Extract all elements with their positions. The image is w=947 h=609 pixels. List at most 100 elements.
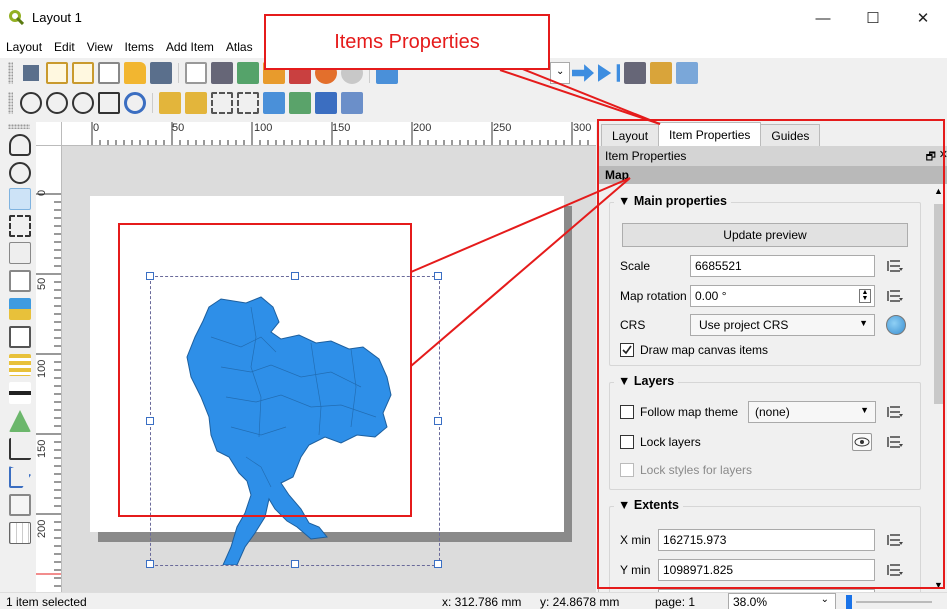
- data-defined-override-icon[interactable]: [886, 287, 906, 305]
- menu-layout[interactable]: Layout: [0, 40, 48, 54]
- resize-handle[interactable]: [146, 560, 154, 568]
- duplicate-layout-icon[interactable]: [72, 62, 94, 84]
- add-attribute-table-icon[interactable]: [9, 522, 31, 544]
- data-defined-override-icon[interactable]: [886, 433, 906, 451]
- close-button[interactable]: ✕: [900, 4, 946, 32]
- align-items-icon[interactable]: [289, 92, 311, 114]
- resize-handle[interactable]: [146, 272, 154, 280]
- lock-items-icon[interactable]: [159, 92, 181, 114]
- float-dock-icon[interactable]: 🗗: [926, 148, 936, 167]
- layout-page[interactable]: [90, 196, 564, 568]
- ymin-input[interactable]: 1098971.825: [658, 559, 875, 581]
- resize-handle[interactable]: [434, 272, 442, 280]
- add-polyline-icon[interactable]: [9, 438, 31, 460]
- print-icon[interactable]: [211, 62, 233, 84]
- resize-handle[interactable]: [434, 560, 442, 568]
- xmin-input[interactable]: 162715.973: [658, 529, 875, 551]
- add-shape-icon[interactable]: [9, 410, 31, 432]
- page-setup-icon[interactable]: [185, 62, 207, 84]
- atlas-print-icon[interactable]: [624, 62, 646, 84]
- scrollbar-thumb[interactable]: [934, 204, 945, 404]
- minimize-button[interactable]: —: [800, 4, 846, 32]
- zoom-slider-handle[interactable]: [846, 595, 852, 609]
- map-item[interactable]: [146, 272, 442, 568]
- add-map-icon[interactable]: [9, 270, 31, 292]
- group-header[interactable]: ▼ Main properties: [614, 194, 731, 208]
- edit-nodes-tool-icon[interactable]: [9, 242, 31, 264]
- map-theme-select[interactable]: (none) ▼: [748, 401, 876, 423]
- follow-theme-row[interactable]: Follow map theme: [620, 405, 738, 419]
- pan-tool-icon[interactable]: [9, 134, 31, 156]
- toolbar-grip[interactable]: [8, 62, 13, 84]
- zoom-full-icon[interactable]: [98, 92, 120, 114]
- ungroup-items-icon[interactable]: [237, 92, 259, 114]
- save-as-template-icon[interactable]: [150, 62, 172, 84]
- resize-handle[interactable]: [434, 417, 442, 425]
- group-header[interactable]: ▼ Layers: [614, 374, 679, 388]
- follow-map-theme-checkbox[interactable]: [620, 405, 634, 419]
- atlas-export-icon[interactable]: [676, 62, 698, 84]
- close-dock-icon[interactable]: ✕: [939, 148, 947, 161]
- add-scalebar-icon[interactable]: [9, 382, 31, 404]
- draw-canvas-items-checkbox[interactable]: [620, 343, 634, 357]
- lock-layers-row[interactable]: Lock layers: [620, 435, 701, 449]
- atlas-last-icon[interactable]: [598, 64, 620, 82]
- select-crs-globe-icon[interactable]: [886, 315, 906, 335]
- open-folder-icon[interactable]: [124, 62, 146, 84]
- toolbar-grip[interactable]: [8, 124, 30, 129]
- tab-layout[interactable]: Layout: [601, 124, 660, 146]
- group-header[interactable]: ▼ Extents: [614, 498, 684, 512]
- spinbox-arrows-icon[interactable]: ▲ ▼: [859, 289, 871, 303]
- crs-select[interactable]: Use project CRS ▼: [690, 314, 875, 336]
- data-defined-override-icon[interactable]: [886, 561, 906, 579]
- map-rotation-input[interactable]: 0.00 ° ▲ ▼: [690, 285, 875, 307]
- data-defined-override-icon[interactable]: [886, 403, 906, 421]
- export-image-icon[interactable]: [237, 62, 259, 84]
- menu-atlas[interactable]: Atlas: [220, 40, 259, 54]
- zoom-100-icon[interactable]: [72, 92, 94, 114]
- zoom-out-icon[interactable]: [46, 92, 68, 114]
- zoom-select[interactable]: 38.0% ⌄: [728, 593, 836, 609]
- maximize-button[interactable]: ☐: [850, 4, 896, 32]
- distribute-items-icon[interactable]: [315, 92, 337, 114]
- atlas-next-icon[interactable]: [572, 64, 594, 82]
- scale-input[interactable]: 6685521: [690, 255, 875, 277]
- atlas-feature-combo[interactable]: ⌄: [550, 62, 570, 84]
- data-defined-override-icon[interactable]: [886, 531, 906, 549]
- lock-layers-checkbox[interactable]: [620, 435, 634, 449]
- resize-handle[interactable]: [291, 560, 299, 568]
- raise-items-icon[interactable]: [263, 92, 285, 114]
- select-move-tool-icon[interactable]: [9, 188, 31, 210]
- menu-view[interactable]: View: [81, 40, 119, 54]
- layout-canvas[interactable]: [62, 146, 596, 592]
- resize-items-icon[interactable]: [341, 92, 363, 114]
- save-icon[interactable]: [20, 62, 42, 84]
- draw-canvas-items-row[interactable]: Draw map canvas items: [620, 343, 768, 357]
- panel-scrollbar[interactable]: ▲ ▼: [931, 184, 947, 592]
- zoom-in-icon[interactable]: [20, 92, 42, 114]
- resize-handle[interactable]: [146, 417, 154, 425]
- move-content-tool-icon[interactable]: [9, 215, 31, 237]
- add-label-icon[interactable]: [9, 326, 31, 348]
- eye-visibility-icon[interactable]: [852, 433, 872, 451]
- resize-handle[interactable]: [291, 272, 299, 280]
- add-html-icon[interactable]: [9, 494, 31, 516]
- properties-scroll-area[interactable]: ▼ Main properties Update preview Scale 6…: [599, 184, 931, 592]
- vertical-ruler[interactable]: 0 50 100 150 200: [36, 146, 62, 592]
- scroll-up-icon[interactable]: ▲: [934, 186, 943, 196]
- refresh-icon[interactable]: [124, 92, 146, 114]
- menu-edit[interactable]: Edit: [48, 40, 81, 54]
- new-layout-icon[interactable]: [46, 62, 68, 84]
- atlas-settings-icon[interactable]: [650, 62, 672, 84]
- add-legend-icon[interactable]: [9, 354, 31, 376]
- menu-add-item[interactable]: Add Item: [160, 40, 220, 54]
- tab-item-properties[interactable]: Item Properties: [658, 122, 762, 146]
- zoom-slider-track[interactable]: [856, 601, 932, 603]
- horizontal-ruler[interactable]: 0 50 100 150 200 250 300: [62, 122, 596, 146]
- layout-manager-icon[interactable]: [98, 62, 120, 84]
- add-picture-icon[interactable]: [9, 298, 31, 320]
- data-defined-override-icon[interactable]: [886, 257, 906, 275]
- unlock-items-icon[interactable]: [185, 92, 207, 114]
- update-preview-button[interactable]: Update preview: [622, 223, 908, 247]
- menu-items[interactable]: Items: [119, 40, 160, 54]
